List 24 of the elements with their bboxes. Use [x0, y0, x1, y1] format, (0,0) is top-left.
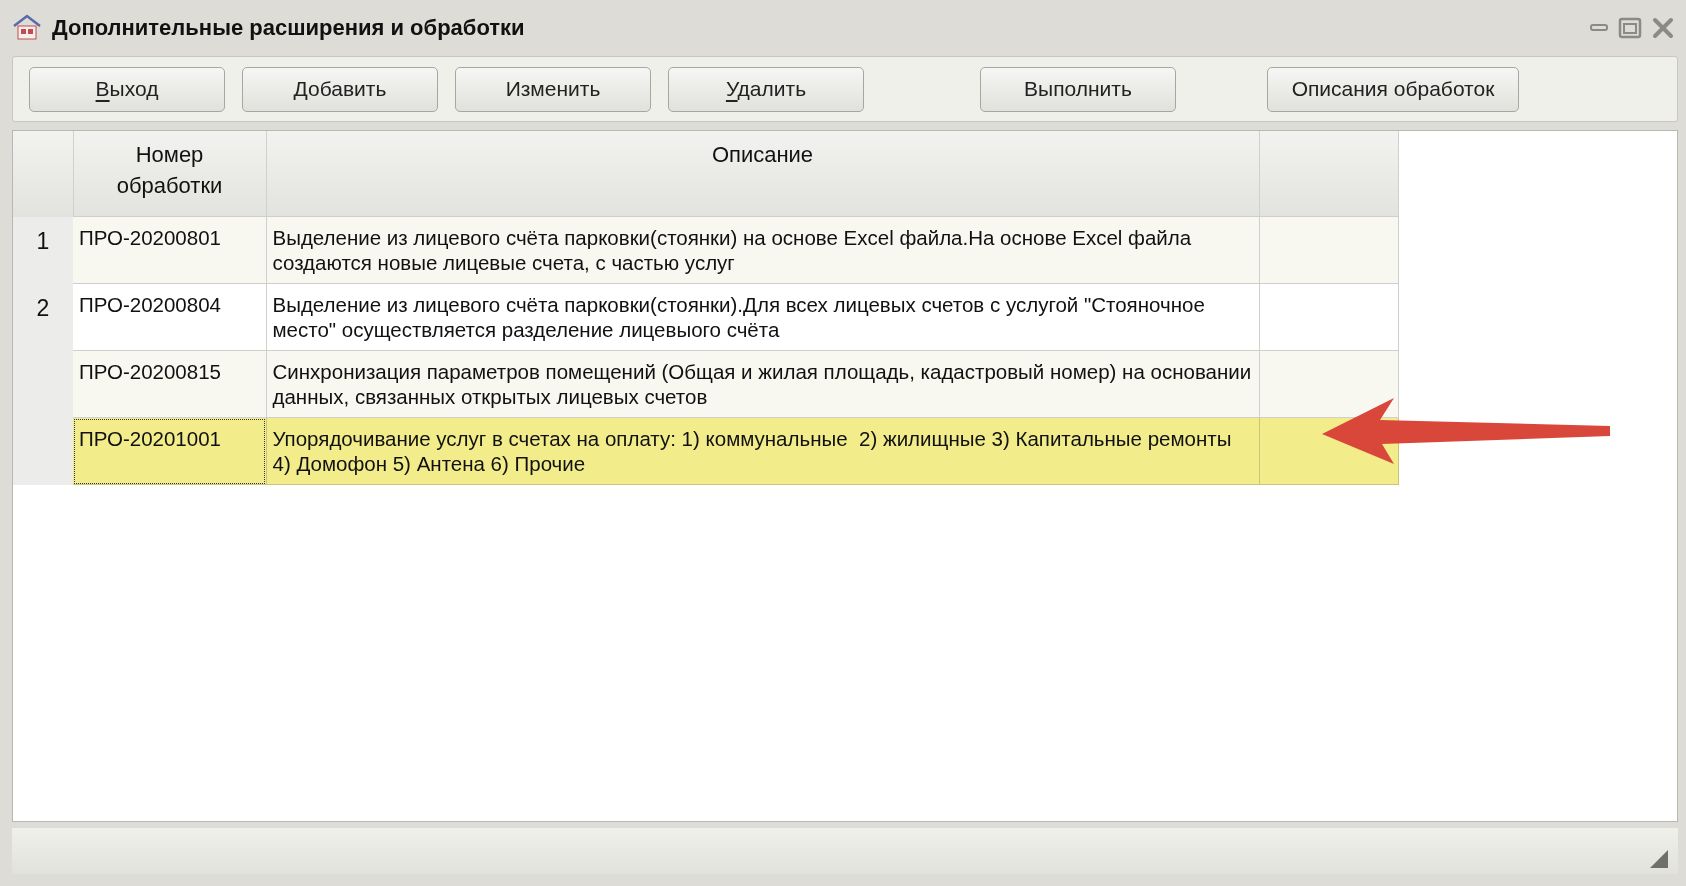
column-header: Описание: [266, 131, 1259, 217]
resize-grip-icon[interactable]: [1650, 850, 1668, 868]
table-cell: ПРО-20200801: [73, 216, 266, 284]
close-icon[interactable]: [1652, 17, 1674, 39]
maximize-icon[interactable]: [1618, 17, 1642, 39]
minimize-icon[interactable]: [1590, 24, 1608, 32]
toolbar-button[interactable]: Добавить: [242, 66, 438, 112]
table-cell: Упорядочивание услуг в счетах на оплату: 1) коммунальные 2) жилищные 3) Капитальные ремонты 4) Домофон 5) Антена 6) Прочие: [266, 417, 1259, 485]
table-cell: Выделение из лицевого счёта парковки(стоянки).Для всех лицевых счетов с услугой "Стояночное место" осуществляется разделение лицевыого счёта: [266, 283, 1259, 351]
toolbar-button[interactable]: Описания обработок: [1267, 66, 1519, 112]
toolbar-button[interactable]: Выход: [29, 66, 225, 112]
table-cell: ПРО-20200804: [73, 283, 266, 351]
table-cell: ПРО-20200815: [73, 350, 266, 418]
table-cell: ПРО-20201001: [73, 417, 266, 485]
toolbar-button[interactable]: Удалить: [668, 66, 864, 112]
toolbar-button[interactable]: Выполнить: [980, 66, 1176, 112]
table-cell: Синхронизация параметров помещений (Общая и жилая площадь, кадастровый номер) на основании данных, связанных открытых лицевых счетов: [266, 350, 1259, 418]
window-title: Дополнительные расширения и обработки: [52, 15, 525, 41]
house-logo-icon: [12, 13, 42, 43]
row-number: 1: [36, 227, 50, 254]
column-header: Номер обработки: [73, 131, 266, 217]
row-number: 2: [36, 294, 50, 321]
table-cell: Выделение из лицевого счёта парковки(стоянки) на основе Excel файла.На основе Excel файла создаются новые лицевые счета, с частью услуг: [266, 216, 1259, 284]
toolbar-button[interactable]: Изменить: [455, 66, 651, 112]
